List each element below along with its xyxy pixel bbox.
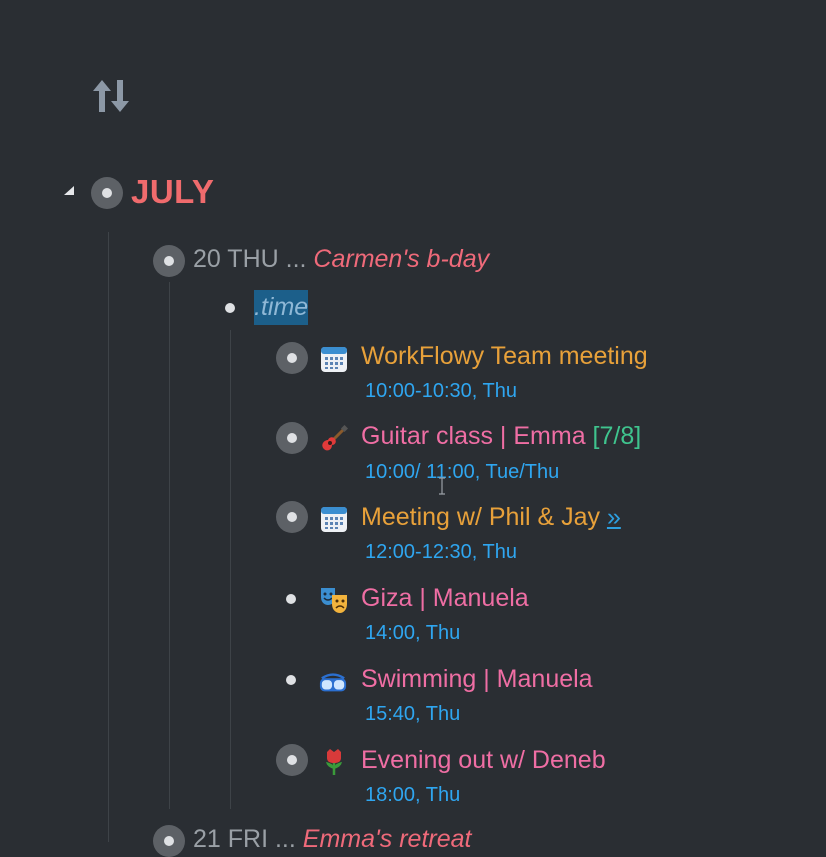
bullet-item[interactable] xyxy=(276,342,308,374)
item-title[interactable]: WorkFlowy Team meeting xyxy=(361,342,648,371)
item-time: 14:00, Thu xyxy=(365,622,461,644)
collapse-triangle-icon[interactable] xyxy=(62,184,76,198)
goggles-icon xyxy=(319,673,347,692)
item-title[interactable]: Giza | Manuela xyxy=(361,584,529,613)
day-row-20[interactable]: 20 THU ... Carmen's b-day xyxy=(193,245,489,274)
item-time: 12:00-12:30, Thu xyxy=(365,541,517,563)
calendar-icon xyxy=(321,507,347,532)
bullet-item[interactable] xyxy=(286,594,296,604)
item-title-text: Guitar class | Emma xyxy=(361,422,593,450)
item-title[interactable]: Meeting w/ Phil & Jay » xyxy=(361,503,621,532)
guitar-icon xyxy=(322,425,348,451)
day-label: 21 FRI ... xyxy=(193,825,303,853)
item-title[interactable]: Swimming | Manuela xyxy=(361,665,593,694)
mirror-link[interactable]: » xyxy=(607,503,621,531)
item-title[interactable]: Guitar class | Emma [7/8] xyxy=(361,422,641,451)
bullet-day20[interactable] xyxy=(153,245,185,277)
theater-masks-icon xyxy=(321,588,347,613)
day-label: 20 THU ... xyxy=(193,245,314,273)
day-note: Carmen's b-day xyxy=(313,245,490,273)
indent-guide xyxy=(169,282,170,809)
indent-guide xyxy=(230,330,231,809)
item-time: 18:00, Thu xyxy=(365,784,461,806)
month-title[interactable]: JULY xyxy=(131,173,214,211)
item-time: 10:00/ 11:00, Tue/Thu xyxy=(365,461,560,483)
item-title[interactable]: Evening out w/ Deneb xyxy=(361,746,606,775)
bullet-item[interactable] xyxy=(276,501,308,533)
calendar-icon xyxy=(321,347,347,372)
sort-arrows-icon[interactable] xyxy=(90,76,134,116)
indent-guide xyxy=(108,232,109,842)
rose-icon xyxy=(326,749,342,775)
item-title-text: Meeting w/ Phil & Jay xyxy=(361,503,607,531)
bullet-item[interactable] xyxy=(286,675,296,685)
text-cursor-icon xyxy=(439,477,445,495)
item-time: 10:00-10:30, Thu xyxy=(365,380,517,402)
bullet-item[interactable] xyxy=(276,744,308,776)
bullet-item[interactable] xyxy=(276,422,308,454)
day-note: Emma's retreat xyxy=(302,825,472,853)
time-tag[interactable]: .time xyxy=(254,290,309,325)
bullet-time[interactable] xyxy=(225,303,235,313)
bullet-day21[interactable] xyxy=(153,825,185,857)
item-time: 15:40, Thu xyxy=(365,703,461,725)
progress-badge: [7/8] xyxy=(592,422,642,450)
day-row-21[interactable]: 21 FRI ... Emma's retreat xyxy=(193,825,471,854)
bullet-july[interactable] xyxy=(91,177,123,209)
